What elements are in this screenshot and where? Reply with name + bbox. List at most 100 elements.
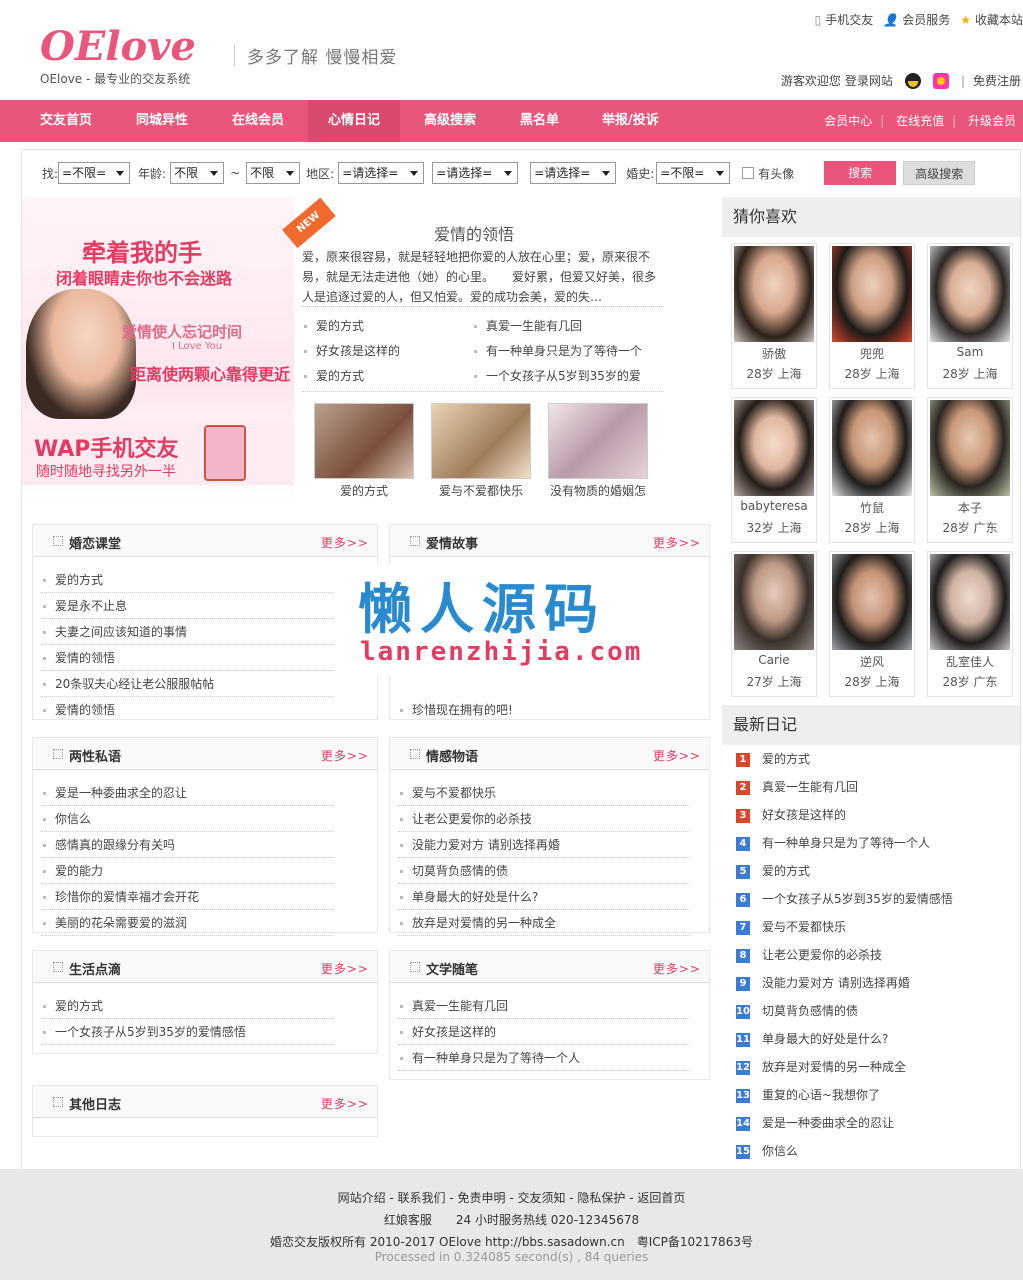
member-name[interactable]: 逆风 [830, 653, 914, 670]
latest-diary-title[interactable]: 单身最大的好处是什么? [762, 1032, 888, 1046]
more-link[interactable]: 更多>> [653, 960, 701, 977]
more-link[interactable]: 更多>> [653, 747, 701, 764]
nav-online[interactable]: 在线会员 [212, 100, 304, 142]
latest-diary-title[interactable]: 爱是一种委曲求全的忍让 [762, 1116, 894, 1130]
featured-link[interactable]: 真爱一生能有几回 [474, 317, 582, 334]
member-card[interactable]: Sam 28岁 上海 [927, 243, 1013, 389]
member-card[interactable]: 逆风 28岁 上海 [829, 551, 915, 697]
member-name[interactable]: Carie [732, 653, 816, 667]
list-item[interactable]: 爱的方式 [41, 993, 333, 1019]
latest-diary-title[interactable]: 有一种单身只是为了等待一个人 [762, 836, 930, 850]
member-avatar[interactable] [734, 554, 814, 650]
latest-diary-title[interactable]: 爱的方式 [762, 752, 810, 766]
latest-diary-title[interactable]: 重复的心语~我想你了 [762, 1088, 880, 1102]
mobile-link[interactable]: ▯ 手机交友 [815, 11, 874, 28]
nav-report[interactable]: 举报/投诉 [582, 100, 679, 142]
gender-select[interactable]: =不限= [58, 162, 131, 184]
featured-link[interactable]: 好女孩是这样的 [304, 342, 400, 359]
qq-login-icon[interactable] [904, 72, 921, 89]
nav-blacklist[interactable]: 黑名单 [500, 100, 579, 142]
nav-home[interactable]: 交友首页 [20, 100, 112, 142]
list-item[interactable]: 你信么 [41, 806, 333, 832]
login-link[interactable]: 登录网站 [845, 72, 893, 89]
recharge-link[interactable]: 在线充值 [896, 114, 944, 128]
list-item[interactable]: 珍惜你的爱情幸福才会开花 [41, 884, 333, 910]
more-link[interactable]: 更多>> [321, 747, 369, 764]
list-item[interactable]: 爱的方式 [41, 567, 333, 593]
more-link[interactable]: 更多>> [653, 534, 701, 551]
list-item[interactable]: 没能力爱对方 请别选择再婚 [398, 832, 690, 858]
member-avatar[interactable] [734, 400, 814, 496]
list-item[interactable]: 让老公更爱你的必杀技 [398, 806, 690, 832]
member-avatar[interactable] [930, 400, 1010, 496]
advanced-search-button[interactable]: 高级搜索 [903, 161, 976, 185]
list-item[interactable]: 有一种单身只是为了等待一个人 [398, 1045, 690, 1071]
list-item[interactable]: 爱的能力 [41, 858, 333, 884]
district-select[interactable]: =请选择= [530, 162, 617, 184]
nav-local[interactable]: 同城异性 [116, 100, 208, 142]
member-card[interactable]: 竹鼠 28岁 上海 [829, 397, 915, 543]
latest-diary-title[interactable]: 让老公更爱你的必杀技 [762, 948, 882, 962]
bookmark-link[interactable]: ★ 收藏本站 [960, 11, 1023, 28]
latest-diary-item[interactable]: 6 一个女孩子从5岁到35岁的爱情感悟 [736, 885, 953, 913]
latest-diary-title[interactable]: 真爱一生能有几回 [762, 780, 858, 794]
list-item[interactable]: 爱情的领悟 [41, 697, 333, 723]
member-avatar[interactable] [930, 246, 1010, 342]
thumb-image[interactable] [431, 403, 531, 479]
weibo-login-icon[interactable] [932, 72, 949, 89]
featured-link[interactable]: 爱的方式 [304, 317, 364, 334]
latest-diary-item[interactable]: 3 好女孩是这样的 [736, 801, 846, 829]
latest-diary-item[interactable]: 4 有一种单身只是为了等待一个人 [736, 829, 930, 857]
thumb-image[interactable] [548, 403, 648, 479]
member-avatar[interactable] [734, 246, 814, 342]
latest-diary-item[interactable]: 15 你信么 [736, 1137, 798, 1165]
member-name[interactable]: 骄傲 [732, 345, 816, 362]
latest-diary-item[interactable]: 2 真爱一生能有几回 [736, 773, 858, 801]
latest-diary-item[interactable]: 1 爱的方式 [736, 745, 810, 773]
featured-title[interactable]: 爱情的领悟 [434, 221, 514, 245]
member-center-link[interactable]: 会员中心 [824, 114, 872, 128]
member-name[interactable]: 兜兜 [830, 345, 914, 362]
footer-links[interactable]: 网站介绍 - 联系我们 - 免责申明 - 交友须知 - 隐私保护 - 返回首页 [0, 1189, 1023, 1206]
list-item[interactable]: 一个女孩子从5岁到35岁的爱情感悟 [41, 1019, 333, 1045]
age-from-select[interactable]: 不限 [170, 162, 225, 184]
register-link[interactable]: 免费注册 [973, 72, 1021, 89]
latest-diary-item[interactable]: 9 没能力爱对方 请别选择再婚 [736, 969, 910, 997]
list-item[interactable]: 20条驭夫心经让老公服服帖帖 [41, 671, 333, 697]
nav-diary[interactable]: 心情日记 [308, 100, 401, 142]
list-item[interactable]: 感情真的跟缘分有关吗 [41, 832, 333, 858]
latest-diary-item[interactable]: 7 爱与不爱都快乐 [736, 913, 846, 941]
has-photo-checkbox[interactable] [742, 167, 755, 179]
member-name[interactable]: 本子 [928, 499, 1012, 516]
latest-diary-title[interactable]: 切莫背负感情的债 [762, 1004, 858, 1018]
featured-link[interactable]: 爱的方式 [304, 367, 364, 384]
wap-promo[interactable]: WAP手机交友 随时随地寻找另外一半 [22, 423, 294, 485]
list-item[interactable]: 夫妻之间应该知道的事情 [41, 619, 333, 645]
member-name[interactable]: Sam [928, 345, 1012, 359]
thumb-caption[interactable]: 爱与不爱都快乐 [421, 482, 541, 499]
list-item[interactable]: 切莫背负感情的债 [398, 858, 690, 884]
list-item[interactable]: 单身最大的好处是什么? [398, 884, 690, 910]
latest-diary-title[interactable]: 一个女孩子从5岁到35岁的爱情感悟 [762, 892, 953, 906]
latest-diary-title[interactable]: 爱与不爱都快乐 [762, 920, 846, 934]
member-avatar[interactable] [832, 400, 912, 496]
featured-link[interactable]: 有一种单身只是为了等待一个 [474, 342, 642, 359]
latest-diary-item[interactable]: 11 单身最大的好处是什么? [736, 1025, 888, 1053]
upgrade-link[interactable]: 升级会员 [968, 114, 1016, 128]
member-card[interactable]: Carie 27岁 上海 [731, 551, 817, 697]
latest-diary-title[interactable]: 爱的方式 [762, 864, 810, 878]
age-to-select[interactable]: 不限 [246, 162, 301, 184]
member-avatar[interactable] [930, 554, 1010, 650]
thumb-caption[interactable]: 没有物质的婚姻怎 [538, 482, 658, 499]
member-name[interactable]: babyteresa [732, 499, 816, 513]
search-button[interactable]: 搜索 [824, 161, 897, 185]
province-select[interactable]: =请选择= [338, 162, 425, 184]
list-item[interactable]: 爱情的领悟 [41, 645, 333, 671]
thumb-image[interactable] [314, 403, 414, 479]
member-name[interactable]: 竹鼠 [830, 499, 914, 516]
latest-diary-title[interactable]: 你信么 [762, 1144, 798, 1158]
more-link[interactable]: 更多>> [321, 534, 369, 551]
latest-diary-title[interactable]: 放弃是对爱情的另一种成全 [762, 1060, 906, 1074]
list-item[interactable]: 爱是永不止息 [41, 593, 333, 619]
list-item[interactable]: 好女孩是这样的 [398, 1019, 690, 1045]
